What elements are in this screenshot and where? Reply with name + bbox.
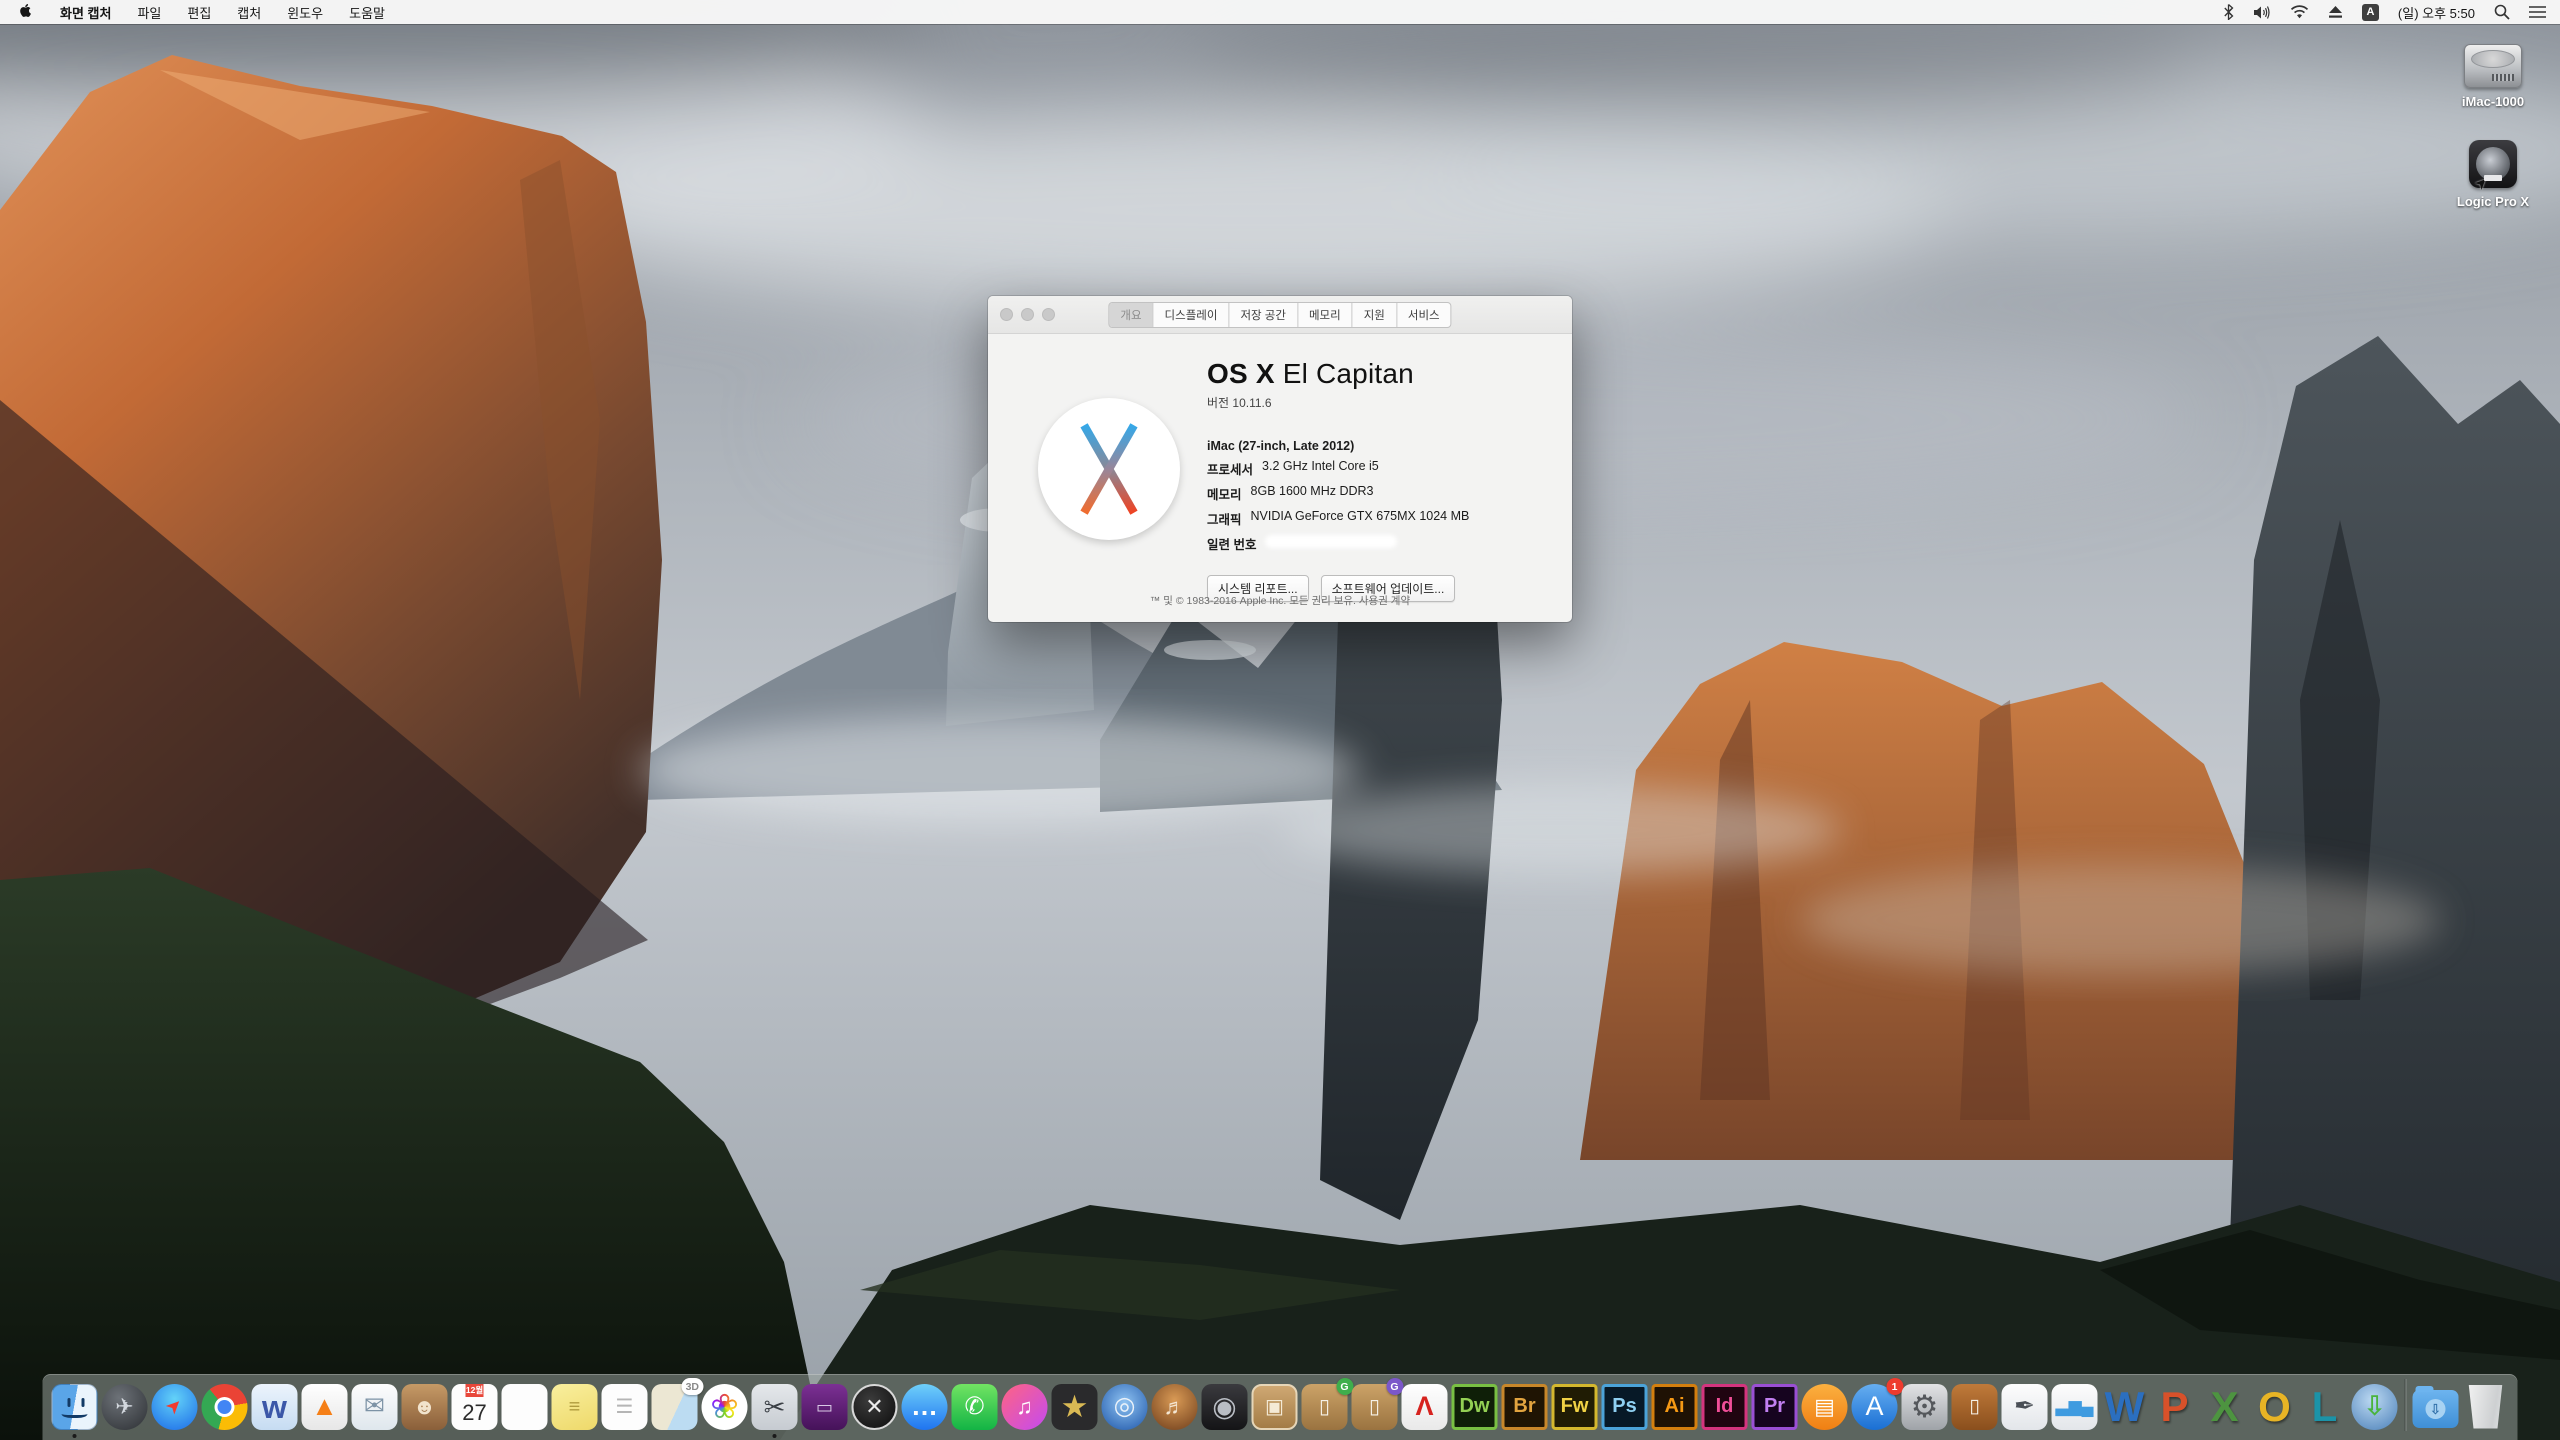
- trash-icon[interactable]: [2461, 1382, 2510, 1431]
- tab-서비스[interactable]: 서비스: [1396, 303, 1451, 327]
- fireworks-icon[interactable]: Fw: [1550, 1382, 1599, 1431]
- window-titlebar[interactable]: 개요디스플레이저장 공간메모리지원서비스: [988, 296, 1572, 334]
- os-title: OS X El Capitan: [1207, 358, 1547, 390]
- volume-icon[interactable]: [2253, 5, 2271, 20]
- menu-file[interactable]: 파일: [137, 3, 161, 22]
- dropstuff-icon[interactable]: ▯G: [1350, 1382, 1399, 1431]
- web-downloader-icon[interactable]: ⇩: [2350, 1382, 2399, 1431]
- zoom-button[interactable]: [1042, 308, 1055, 321]
- wifi-icon[interactable]: [2290, 5, 2309, 19]
- grab-screen-capture-icon[interactable]: ✂: [750, 1382, 799, 1431]
- mac-model: iMac (27-inch, Late 2012): [1207, 439, 1547, 453]
- desktop-icon-label: iMac-1000: [2438, 94, 2548, 109]
- calendar-icon[interactable]: 12월27: [450, 1382, 499, 1431]
- spec-list: 프로세서3.2 GHz Intel Core i5 메모리8GB 1600 MHz…: [1207, 459, 1547, 553]
- ms-lync-icon[interactable]: L: [2300, 1382, 2349, 1431]
- os-version: 버전 10.11.6: [1207, 394, 1547, 411]
- system-preferences-icon[interactable]: ⚙: [1900, 1382, 1949, 1431]
- tab-개요[interactable]: 개요: [1109, 303, 1152, 327]
- desktop-icon-logic-pro-x[interactable]: ➤ Logic Pro X: [2438, 140, 2548, 209]
- maps-icon[interactable]: 3D: [650, 1382, 699, 1431]
- vlc-icon[interactable]: ▲: [300, 1382, 349, 1431]
- hard-drive-icon: [2464, 44, 2522, 88]
- menu-bar: 화면 캡처 파일 편집 캡처 윈도우 도움말 A (일) 오후 5:50: [0, 0, 2560, 24]
- input-source-badge[interactable]: A: [2362, 4, 2379, 21]
- ibooks-icon[interactable]: ▤: [1800, 1382, 1849, 1431]
- notification-center-icon[interactable]: [2529, 5, 2546, 19]
- garageband-icon[interactable]: ♬: [1150, 1382, 1199, 1431]
- acrobat-reader-icon[interactable]: Λ: [1400, 1382, 1449, 1431]
- photos-icon[interactable]: ❀: [700, 1382, 749, 1431]
- dock-separator: [2405, 1379, 2406, 1431]
- pages-icon[interactable]: ✒: [2000, 1382, 2049, 1431]
- notes-icon[interactable]: [500, 1382, 549, 1431]
- mail-icon[interactable]: ✉: [350, 1382, 399, 1431]
- desktop-icon-label: Logic Pro X: [2438, 194, 2548, 209]
- spotlight-icon[interactable]: [2494, 4, 2510, 20]
- tab-메모리[interactable]: 메모리: [1297, 303, 1352, 327]
- el-capitan-wallpaper: [0, 0, 2560, 1440]
- premiere-icon[interactable]: Pr: [1750, 1382, 1799, 1431]
- spec-row: 메모리8GB 1600 MHz DDR3: [1207, 484, 1547, 503]
- el-capitan-x-logo: [1038, 398, 1180, 540]
- chrome-icon[interactable]: [200, 1382, 249, 1431]
- dreamweaver-icon[interactable]: Dw: [1450, 1382, 1499, 1431]
- w-globe-browser-icon[interactable]: w: [250, 1382, 299, 1431]
- tab-디스플레이[interactable]: 디스플레이: [1153, 303, 1229, 327]
- menu-clock[interactable]: (일) 오후 5:50: [2398, 3, 2475, 22]
- ms-excel-icon[interactable]: X: [2200, 1382, 2249, 1431]
- imovie-icon[interactable]: ★: [1050, 1382, 1099, 1431]
- app-store-icon[interactable]: A1: [1850, 1382, 1899, 1431]
- app-menu-name[interactable]: 화면 캡처: [60, 3, 111, 22]
- logic-pro-x-app-icon: ➤: [2469, 140, 2517, 188]
- bridge-icon[interactable]: Br: [1500, 1382, 1549, 1431]
- reminders-icon[interactable]: ☰: [600, 1382, 649, 1431]
- minimize-button[interactable]: [1021, 308, 1034, 321]
- messages-icon[interactable]: …: [900, 1382, 949, 1431]
- copyright-footer: ™ 및 © 1983-2016 Apple Inc. 모든 권리 보유. 사용권…: [988, 593, 1572, 608]
- illustrator-icon[interactable]: Ai: [1650, 1382, 1699, 1431]
- toast-icon[interactable]: ▭: [800, 1382, 849, 1431]
- keynote-icon[interactable]: ▯: [1950, 1382, 1999, 1431]
- spec-row: 프로세서3.2 GHz Intel Core i5: [1207, 459, 1547, 478]
- contacts-icon[interactable]: ☻: [400, 1382, 449, 1431]
- safari-icon[interactable]: ➤: [150, 1382, 199, 1431]
- dvd-ripper-icon[interactable]: ◎: [1100, 1382, 1149, 1431]
- ms-powerpoint-icon[interactable]: P: [2150, 1382, 2199, 1431]
- desktop-icon-imac-1000[interactable]: iMac-1000: [2438, 44, 2548, 109]
- apple-menu-icon[interactable]: [20, 4, 34, 20]
- menu-help[interactable]: 도움말: [349, 3, 385, 22]
- about-this-mac-window: 개요디스플레이저장 공간메모리지원서비스 OS X El Capitan 버전 …: [988, 296, 1572, 622]
- redacted-serial-number: [1265, 535, 1397, 548]
- launchpad-icon[interactable]: ✈: [100, 1382, 149, 1431]
- bluetooth-icon[interactable]: [2224, 4, 2234, 20]
- itunes-icon[interactable]: ♫: [1000, 1382, 1049, 1431]
- menu-edit[interactable]: 편집: [187, 3, 211, 22]
- indesign-icon[interactable]: Id: [1700, 1382, 1749, 1431]
- x-media-converter-icon[interactable]: ✕: [850, 1382, 899, 1431]
- alias-arrow-icon: ➤: [2470, 172, 2492, 194]
- numbers-icon[interactable]: ▃▆▄: [2050, 1382, 2099, 1431]
- spec-row: 일련 번호: [1207, 534, 1547, 553]
- tab-지원[interactable]: 지원: [1352, 303, 1396, 327]
- ms-word-icon[interactable]: W: [2100, 1382, 2149, 1431]
- dock: ✈➤w▲✉☻12월27≡☰3D❀✂▭✕…✆♫★◎♬◉▣▯G▯GΛDwBrFwPs…: [43, 1374, 2518, 1440]
- logic-pro-x-icon[interactable]: ◉: [1200, 1382, 1249, 1431]
- eject-icon[interactable]: [2328, 5, 2343, 19]
- photo-board-icon[interactable]: ▣: [1250, 1382, 1299, 1431]
- ms-outlook-icon[interactable]: O: [2250, 1382, 2299, 1431]
- menu-capture[interactable]: 캡처: [237, 3, 261, 22]
- traffic-lights: [1000, 308, 1055, 321]
- spec-row: 그래픽NVIDIA GeForce GTX 675MX 1024 MB: [1207, 509, 1547, 528]
- stickies-icon[interactable]: ≡: [550, 1382, 599, 1431]
- facetime-icon[interactable]: ✆: [950, 1382, 999, 1431]
- tab-저장 공간[interactable]: 저장 공간: [1228, 303, 1297, 327]
- close-button[interactable]: [1000, 308, 1013, 321]
- photoshop-icon[interactable]: Ps: [1600, 1382, 1649, 1431]
- about-tab-group: 개요디스플레이저장 공간메모리지원서비스: [1108, 302, 1451, 328]
- stuffit-expander-icon[interactable]: ▯G: [1300, 1382, 1349, 1431]
- downloads-folder-icon[interactable]: ⇩: [2411, 1382, 2460, 1431]
- menu-window[interactable]: 윈도우: [287, 3, 323, 22]
- finder-icon[interactable]: [50, 1382, 99, 1431]
